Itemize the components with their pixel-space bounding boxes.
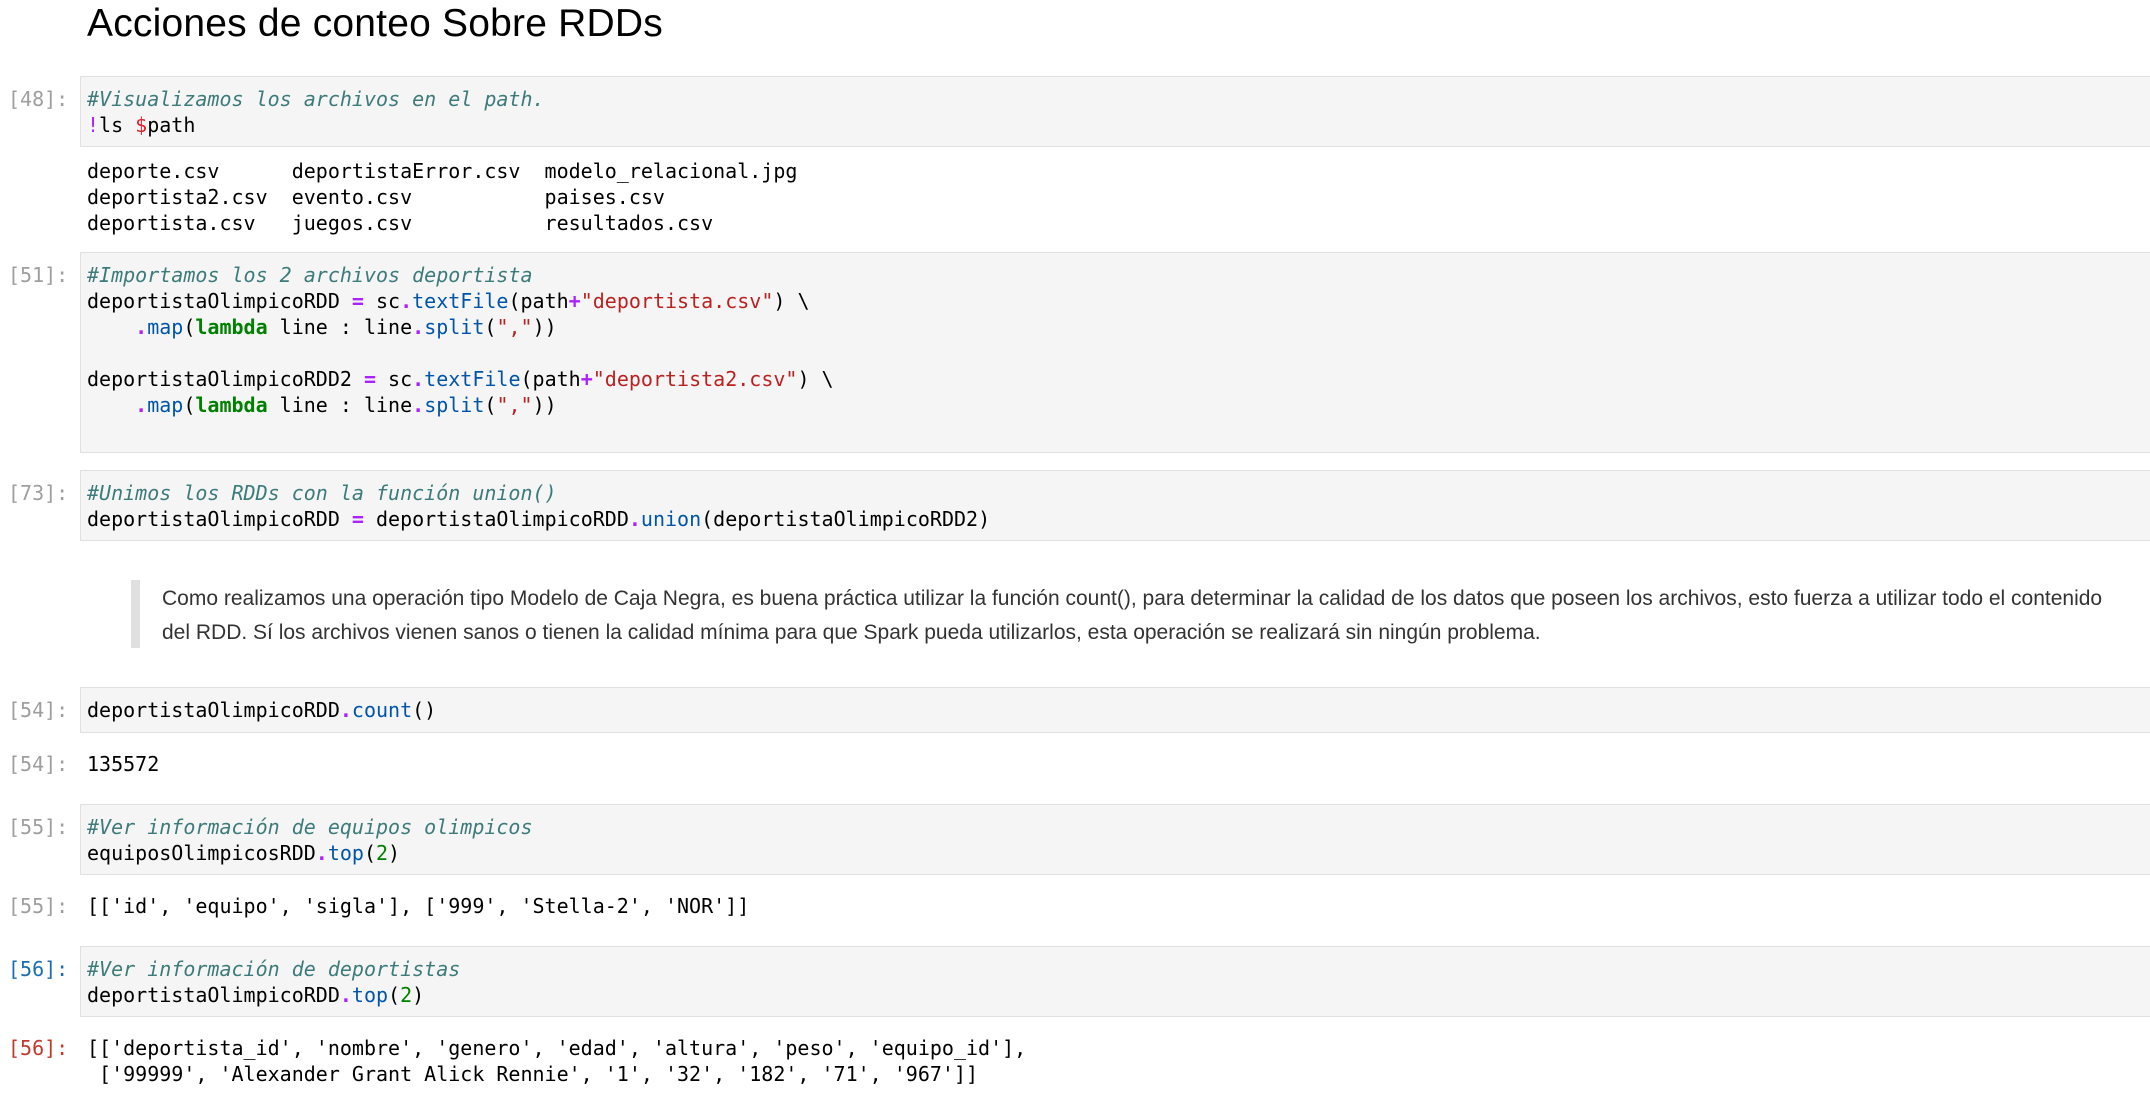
cell-56-output-prompt: [56]: — [8, 1036, 69, 1060]
cell-55-code[interactable]: #Ver información de equipos olimpicos eq… — [87, 814, 533, 866]
cell-48-input-prompt: [48]: — [8, 87, 69, 111]
cell-48-code[interactable]: #Visualizamos los archivos en el path. !… — [87, 86, 545, 138]
code-comment: #Ver información de equipos olimpicos — [87, 815, 533, 839]
cell-54-input-prompt: [54]: — [8, 698, 69, 722]
markdown-blockquote: Como realizamos una operación tipo Model… — [162, 587, 2103, 644]
shell-variable-sign: $ — [135, 113, 148, 137]
code-comment: #Ver información de deportistas — [87, 957, 461, 981]
cell-56-output: [['deportista_id', 'nombre', 'genero', '… — [87, 1036, 1027, 1086]
shell-command: ls — [99, 113, 136, 137]
cell-55-input-prompt: [55]: — [8, 815, 69, 839]
cell-73-input-prompt: [73]: — [8, 481, 69, 505]
cell-48-output: deporte.csv deportistaError.csv modelo_r… — [87, 159, 798, 235]
cell-54-output: 135572 — [87, 752, 160, 776]
cell-56-code[interactable]: #Ver información de deportistas deportis… — [87, 956, 460, 1008]
section-heading: Acciones de conteo Sobre RDDs — [87, 2, 663, 45]
cell-51-input-prompt: [51]: — [8, 263, 69, 287]
code-comment: #Unimos los RDDs con la función union() — [87, 481, 557, 505]
cell-55-output: [['id', 'equipo', 'sigla'], ['999', 'Ste… — [87, 894, 750, 918]
code-comment: #Visualizamos los archivos en el path. — [87, 87, 545, 111]
cell-54-code[interactable]: deportistaOlimpicoRDD.count() — [87, 697, 436, 723]
cell-73-code[interactable]: #Unimos los RDDs con la función union() … — [87, 480, 990, 532]
cell-55-output-prompt: [55]: — [8, 894, 69, 918]
shell-escape: ! — [87, 113, 100, 137]
blockquote-bar — [131, 580, 140, 648]
cell-51-code[interactable]: #Importamos los 2 archivos deportista de… — [87, 262, 834, 418]
cell-54-output-prompt: [54]: — [8, 752, 69, 776]
cell-56-input-prompt: [56]: — [8, 957, 69, 981]
code-comment: #Importamos los 2 archivos deportista — [87, 263, 533, 287]
shell-variable: path — [147, 113, 196, 137]
